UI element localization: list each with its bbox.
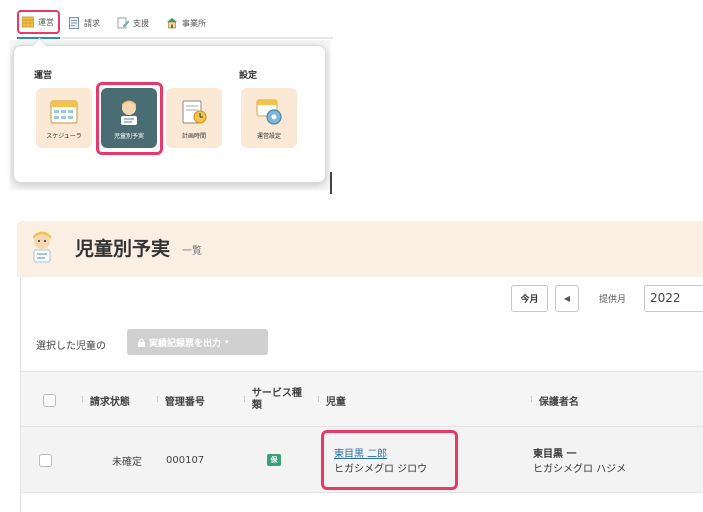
- row-guardian: 東目黒 一 ヒガシメグロ ハジメ: [533, 427, 626, 493]
- tile-label-operation-settings: 運営設定: [256, 132, 281, 140]
- section-title-operations: 運営: [34, 71, 53, 81]
- content-card: 今月 ◀ 提供月 2022 選択した児童の 実績記録票を出力 ▾ ⁞ 請求状態 …: [20, 277, 703, 512]
- header-label-guardian: 保護者名: [538, 396, 579, 408]
- header-label-billing-status: 請求状態: [89, 396, 130, 408]
- nav-item-operations[interactable]: 運営: [17, 10, 60, 34]
- header-label-service-type: サービス種類: [251, 388, 302, 411]
- table-row[interactable]: 未確定 000107 保 東目黒 二郎 ヒガシメグロ ジロウ 東目黒 一 ヒガシ…: [21, 427, 703, 493]
- row-service-type: 保: [267, 427, 281, 493]
- chevron-left-icon: ◀: [563, 294, 571, 303]
- header-label-management-number: 管理番号: [164, 396, 205, 408]
- header-management-number[interactable]: ⁞ 管理番号: [156, 372, 205, 428]
- background-divider: [330, 172, 332, 194]
- building-icon: [167, 18, 177, 29]
- nav-item-billing[interactable]: 請求: [68, 13, 100, 33]
- menu-tile-operation-settings[interactable]: 運営設定: [241, 88, 297, 148]
- invoice-icon: [69, 17, 79, 29]
- service-month-label: 提供月: [599, 295, 627, 305]
- row-billing-status: 未確定: [112, 456, 142, 468]
- top-nav: 運営 請求 支援 事業所: [0, 0, 333, 42]
- select-all-cell: [43, 372, 56, 428]
- plan-time-icon: [179, 97, 209, 127]
- selected-tile-highlight: [96, 82, 163, 155]
- menu-tile-plan-time[interactable]: 計画時間: [166, 88, 222, 148]
- selected-children-label: 選択した児童の: [36, 341, 106, 352]
- nav-label-operations: 運営: [38, 17, 54, 27]
- row-checkbox[interactable]: [39, 453, 52, 467]
- operations-dropdown-menu: 運営 設定 スケジューラ 児童別予実 計画時間 運営設定: [13, 45, 326, 183]
- previous-month-button[interactable]: ◀: [555, 285, 579, 312]
- page-subtitle: 一覧: [182, 246, 202, 257]
- nav-label-billing: 請求: [84, 18, 100, 28]
- child-avatar-icon: [33, 231, 51, 263]
- service-type-badge: 保: [267, 454, 281, 466]
- select-all-checkbox[interactable]: [43, 393, 56, 407]
- nav-label-office: 事業所: [182, 18, 206, 28]
- service-month-input[interactable]: 2022: [644, 285, 703, 312]
- header-billing-status[interactable]: ⁞ 請求状態: [81, 372, 130, 428]
- sort-icon: ⁞: [243, 395, 246, 405]
- current-month-button[interactable]: 今月: [511, 285, 548, 312]
- guardian-name: 東目黒 一: [533, 449, 577, 460]
- month-toolbar: 今月 ◀ 提供月 2022: [21, 277, 703, 327]
- menu-tile-scheduler[interactable]: スケジューラ: [36, 88, 92, 148]
- nav-divider: [17, 37, 333, 39]
- section-title-settings: 設定: [239, 71, 258, 81]
- lock-icon: [137, 338, 146, 347]
- nav-item-support[interactable]: 支援: [117, 13, 149, 33]
- tile-label-plan-time: 計画時間: [181, 132, 206, 140]
- row-select-cell: [39, 427, 52, 493]
- header-service-type[interactable]: ⁞ サービス種類: [243, 372, 308, 428]
- child-highlight-box: [321, 430, 458, 490]
- guardian-name-kana: ヒガシメグロ ハジメ: [533, 464, 627, 475]
- sort-icon: ⁞: [530, 395, 533, 405]
- sort-icon: ⁞: [317, 395, 320, 405]
- table-header: ⁞ 請求状態 ⁞ 管理番号 ⁞ サービス種類 ⁞ 児童 ⁞ 保護者名: [21, 371, 703, 427]
- export-button-label: 実績記録票を出力: [149, 338, 222, 349]
- scheduler-icon: [49, 97, 79, 127]
- support-icon: [117, 17, 129, 29]
- caret-down-icon: ▾: [225, 338, 229, 346]
- nav-label-support: 支援: [133, 18, 149, 28]
- header-child[interactable]: ⁞ 児童: [317, 372, 346, 428]
- nav-item-office[interactable]: 事業所: [166, 13, 206, 33]
- settings-gear-icon: [254, 97, 284, 127]
- sort-icon: ⁞: [81, 395, 84, 405]
- page-title: 児童別予実: [75, 238, 171, 260]
- header-label-child: 児童: [325, 396, 346, 408]
- header-guardian[interactable]: ⁞ 保護者名: [530, 372, 579, 428]
- calendar-grid-icon: [22, 16, 34, 28]
- export-record-button[interactable]: 実績記録票を出力 ▾: [127, 329, 268, 355]
- tile-label-scheduler: スケジューラ: [46, 132, 82, 140]
- sort-icon: ⁞: [156, 395, 159, 405]
- row-management-number: 000107: [166, 454, 205, 466]
- page-header: 児童別予実 一覧: [17, 221, 703, 277]
